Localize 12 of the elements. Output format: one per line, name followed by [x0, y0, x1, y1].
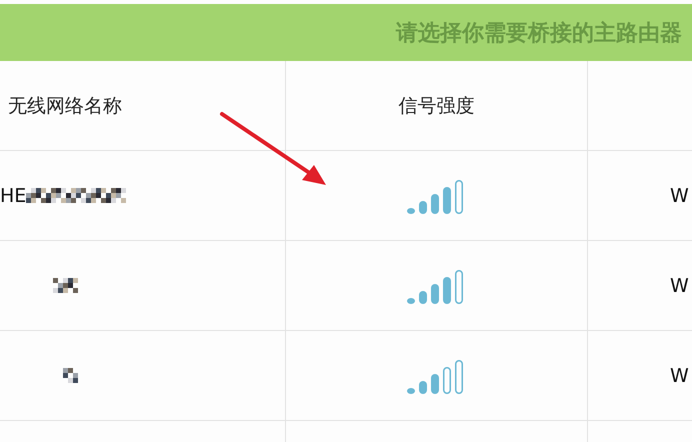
table-cell: W — [670, 364, 689, 386]
signal-strength-icon — [406, 178, 462, 214]
column-header: 无线网络名称 — [8, 94, 122, 118]
table-cell: W — [670, 184, 689, 206]
header-title: 请选择你需要桥接的主路由器 — [396, 20, 682, 48]
table-cell: W — [670, 274, 689, 296]
column-header: 信号强度 — [398, 94, 474, 118]
mosaic-drawing — [53, 278, 78, 293]
signal-strength-icon — [406, 268, 462, 304]
signal-strength-icon — [406, 358, 462, 394]
network-name: HE — [0, 184, 26, 206]
mosaic-drawing — [63, 368, 78, 383]
